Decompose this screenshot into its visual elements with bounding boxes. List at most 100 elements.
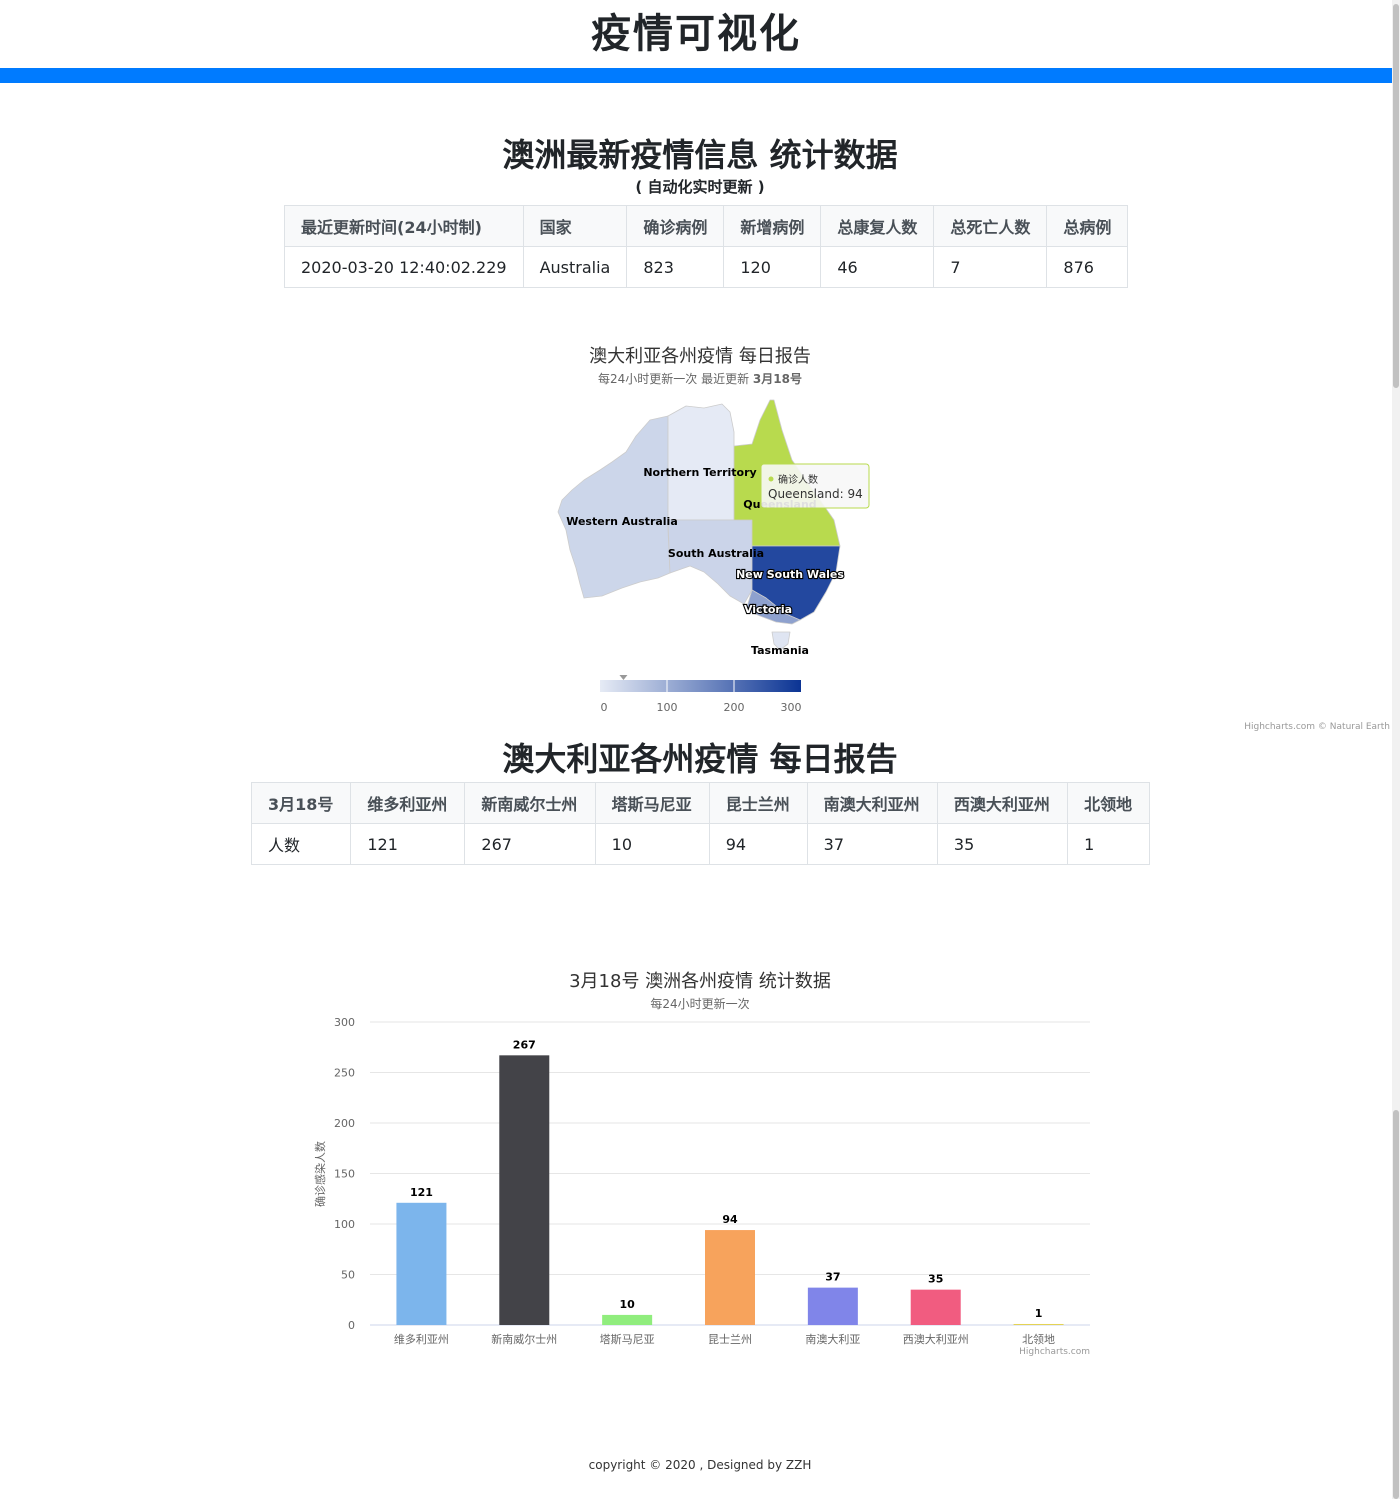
bar-chart-y-tick-label: 200 [334, 1117, 355, 1130]
summary-cell-confirmed: 823 [626, 246, 725, 288]
states-col-nt: 北领地 [1067, 782, 1150, 824]
bar-chart-x-tick-label: 西澳大利亚州 [903, 1332, 969, 1346]
scrollbar-thumb-lower[interactable] [1393, 1110, 1399, 1499]
summary-col-recovered: 总康复人数 [820, 205, 935, 247]
states-cell-label: 人数 [250, 823, 352, 865]
states-col-date: 3月18号 [250, 782, 352, 824]
summary-cell-deaths: 7 [933, 246, 1048, 288]
summary-col-deaths: 总死亡人数 [933, 205, 1048, 247]
map-title: 澳大利亚各州疫情 每日报告 [589, 346, 811, 367]
map-tooltip-value: Queensland: 94 [768, 487, 863, 501]
color-axis-tick-label: 100 [657, 701, 678, 714]
bar-chart-x-tick-label: 塔斯马尼亚 [600, 1333, 655, 1346]
bar-chart-y-axis-label: 确诊感染人数 [313, 1141, 327, 1207]
bar-chart-y-tick-label: 300 [334, 1016, 355, 1029]
summary-subtitle: ( 自动化实时更新 ) [635, 178, 765, 196]
summary-table: 最近更新时间(24小时制) 国家 确诊病例 新增病例 总康复人数 总死亡人数 总… [284, 205, 1129, 288]
states-table: 3月18号 维多利亚州 新南威尔士州 塔斯马尼亚 昆士兰州 南澳大利亚州 西澳大… [250, 782, 1150, 865]
state-western-australia[interactable] [557, 415, 671, 599]
bar-chart-data-label: 37 [825, 1271, 840, 1284]
summary-cell-new: 120 [723, 246, 822, 288]
states-col-tasmania: 塔斯马尼亚 [594, 782, 710, 824]
bar-chart-data-label: 1 [1035, 1307, 1043, 1320]
states-table-title: 澳大利亚各州疫情 每日报告 [502, 740, 898, 778]
color-axis-marker [619, 675, 628, 680]
bar-chart-x-tick-label: 新南威尔士州 [491, 1332, 557, 1346]
map-subtitle: 每24小时更新一次 最近更新 3月18号 [400, 370, 1000, 387]
summary-header-row: 最近更新时间(24小时制) 国家 确诊病例 新增病例 总康复人数 总死亡人数 总… [284, 205, 1129, 247]
bar-chart-bar[interactable] [396, 1202, 447, 1325]
bar-chart-credits[interactable]: Highcharts.com [990, 1347, 1090, 1357]
bar-chart-x-tick-label: 维多利亚州 [394, 1332, 449, 1346]
states-col-victoria: 维多利亚州 [350, 782, 466, 824]
bar-chart-y-tick-label: 250 [334, 1067, 355, 1080]
bar-chart-x-tick-label: 南澳大利亚 [805, 1332, 860, 1346]
map-label-south-australia: South Australia [668, 547, 764, 560]
bar-chart-data-label: 267 [513, 1038, 536, 1051]
bar-chart-data-label: 35 [928, 1273, 943, 1286]
states-cell-nt: 1 [1067, 823, 1150, 865]
bar-chart-y-tick-label: 0 [348, 1319, 355, 1332]
map-label-northern-territory: Northern Territory [643, 466, 756, 479]
bar-chart-data-label: 94 [722, 1213, 738, 1226]
summary-col-total: 总病例 [1046, 205, 1129, 247]
summary-col-country: 国家 [522, 205, 628, 247]
header-accent-bar [0, 68, 1392, 83]
states-col-nsw: 新南威尔士州 [464, 782, 596, 824]
summary-col-new: 新增病例 [723, 205, 822, 247]
summary-cell-recovered: 46 [820, 246, 935, 288]
map-subtitle-text: 每24小时更新一次 最近更新 [598, 372, 753, 386]
color-axis-tick-label: 0 [601, 701, 608, 714]
states-col-sa: 南澳大利亚州 [806, 782, 938, 824]
bar-chart: 121 267 10 94 37 35 1 维多利亚州 新南威尔士州 塔斯马尼亚 昆士兰州 南澳大利… [313, 1016, 1090, 1346]
bar-chart-data-label: 10 [619, 1298, 635, 1311]
summary-col-confirmed: 确诊病例 [626, 205, 725, 247]
bar-chart-bar[interactable] [910, 1289, 961, 1325]
map-label-western-australia: Western Australia [566, 515, 678, 528]
map-subtitle-date: 3月18号 [752, 372, 802, 386]
states-cell-victoria: 121 [350, 823, 466, 865]
table-row: 2020-03-20 12:40:02.229 Australia 823 12… [284, 246, 1129, 288]
bar-chart-y-tick-label: 50 [341, 1269, 355, 1282]
states-cell-sa: 37 [806, 823, 938, 865]
bar-chart-bar[interactable] [499, 1055, 550, 1325]
summary-title: 澳洲最新疫情信息 统计数据 [502, 136, 898, 174]
bar-chart-bar[interactable] [1013, 1323, 1064, 1325]
page-title: 疫情可视化 [591, 11, 801, 57]
footer: copyright © 2020 , Designed by ZZH [588, 1458, 812, 1472]
states-header-row: 3月18号 维多利亚州 新南威尔士州 塔斯马尼亚 昆士兰州 南澳大利亚州 西澳大… [250, 782, 1150, 824]
map-tooltip-series: 确诊人数 [778, 473, 818, 486]
map-credits[interactable]: Highcharts.com © Natural Earth [1200, 722, 1390, 732]
map-label-tasmania: Tasmania [751, 644, 809, 657]
states-cell-tasmania: 10 [594, 823, 710, 865]
bar-chart-data-label: 121 [410, 1186, 433, 1199]
bar-chart-y-tick-label: 150 [334, 1168, 355, 1181]
bar-chart-bar[interactable] [807, 1287, 858, 1325]
states-col-queensland: 昆士兰州 [708, 782, 808, 824]
state-northern-territory[interactable] [667, 403, 735, 521]
states-cell-queensland: 94 [708, 823, 808, 865]
color-axis-tick-label: 300 [781, 701, 802, 714]
state-south-australia[interactable] [667, 519, 753, 605]
bar-chart-bar[interactable] [705, 1230, 755, 1325]
states-cell-nsw: 267 [464, 823, 596, 865]
bar-chart-bar[interactable] [602, 1314, 653, 1325]
summary-cell-country: Australia [522, 246, 628, 288]
color-axis-bar [600, 680, 801, 692]
summary-cell-total: 876 [1046, 246, 1129, 288]
map-label-new-south-wales: New South Wales [736, 568, 844, 581]
bar-chart-title: 3月18号 澳洲各州疫情 统计数据 [569, 971, 831, 992]
summary-cell-time: 2020-03-20 12:40:02.229 [284, 246, 524, 288]
bar-chart-y-tick-label: 100 [334, 1218, 355, 1231]
table-row: 人数 121 267 10 94 37 35 1 [250, 823, 1150, 865]
bar-chart-x-tick-label: 昆士兰州 [708, 1333, 752, 1346]
bar-chart-x-tick-label: 北领地 [1022, 1333, 1055, 1346]
map-label-victoria: Victoria [744, 603, 792, 616]
map-tooltip: 确诊人数 Queensland: 94 [760, 463, 870, 509]
australia-map[interactable]: Northern Territory Western Australia Sou… [540, 390, 880, 720]
page-header: 疫情可视化 [0, 0, 1392, 68]
states-col-wa: 西澳大利亚州 [936, 782, 1069, 824]
summary-col-time: 最近更新时间(24小时制) [284, 205, 524, 247]
color-axis-tick-label: 200 [724, 701, 745, 714]
states-cell-wa: 35 [936, 823, 1069, 865]
